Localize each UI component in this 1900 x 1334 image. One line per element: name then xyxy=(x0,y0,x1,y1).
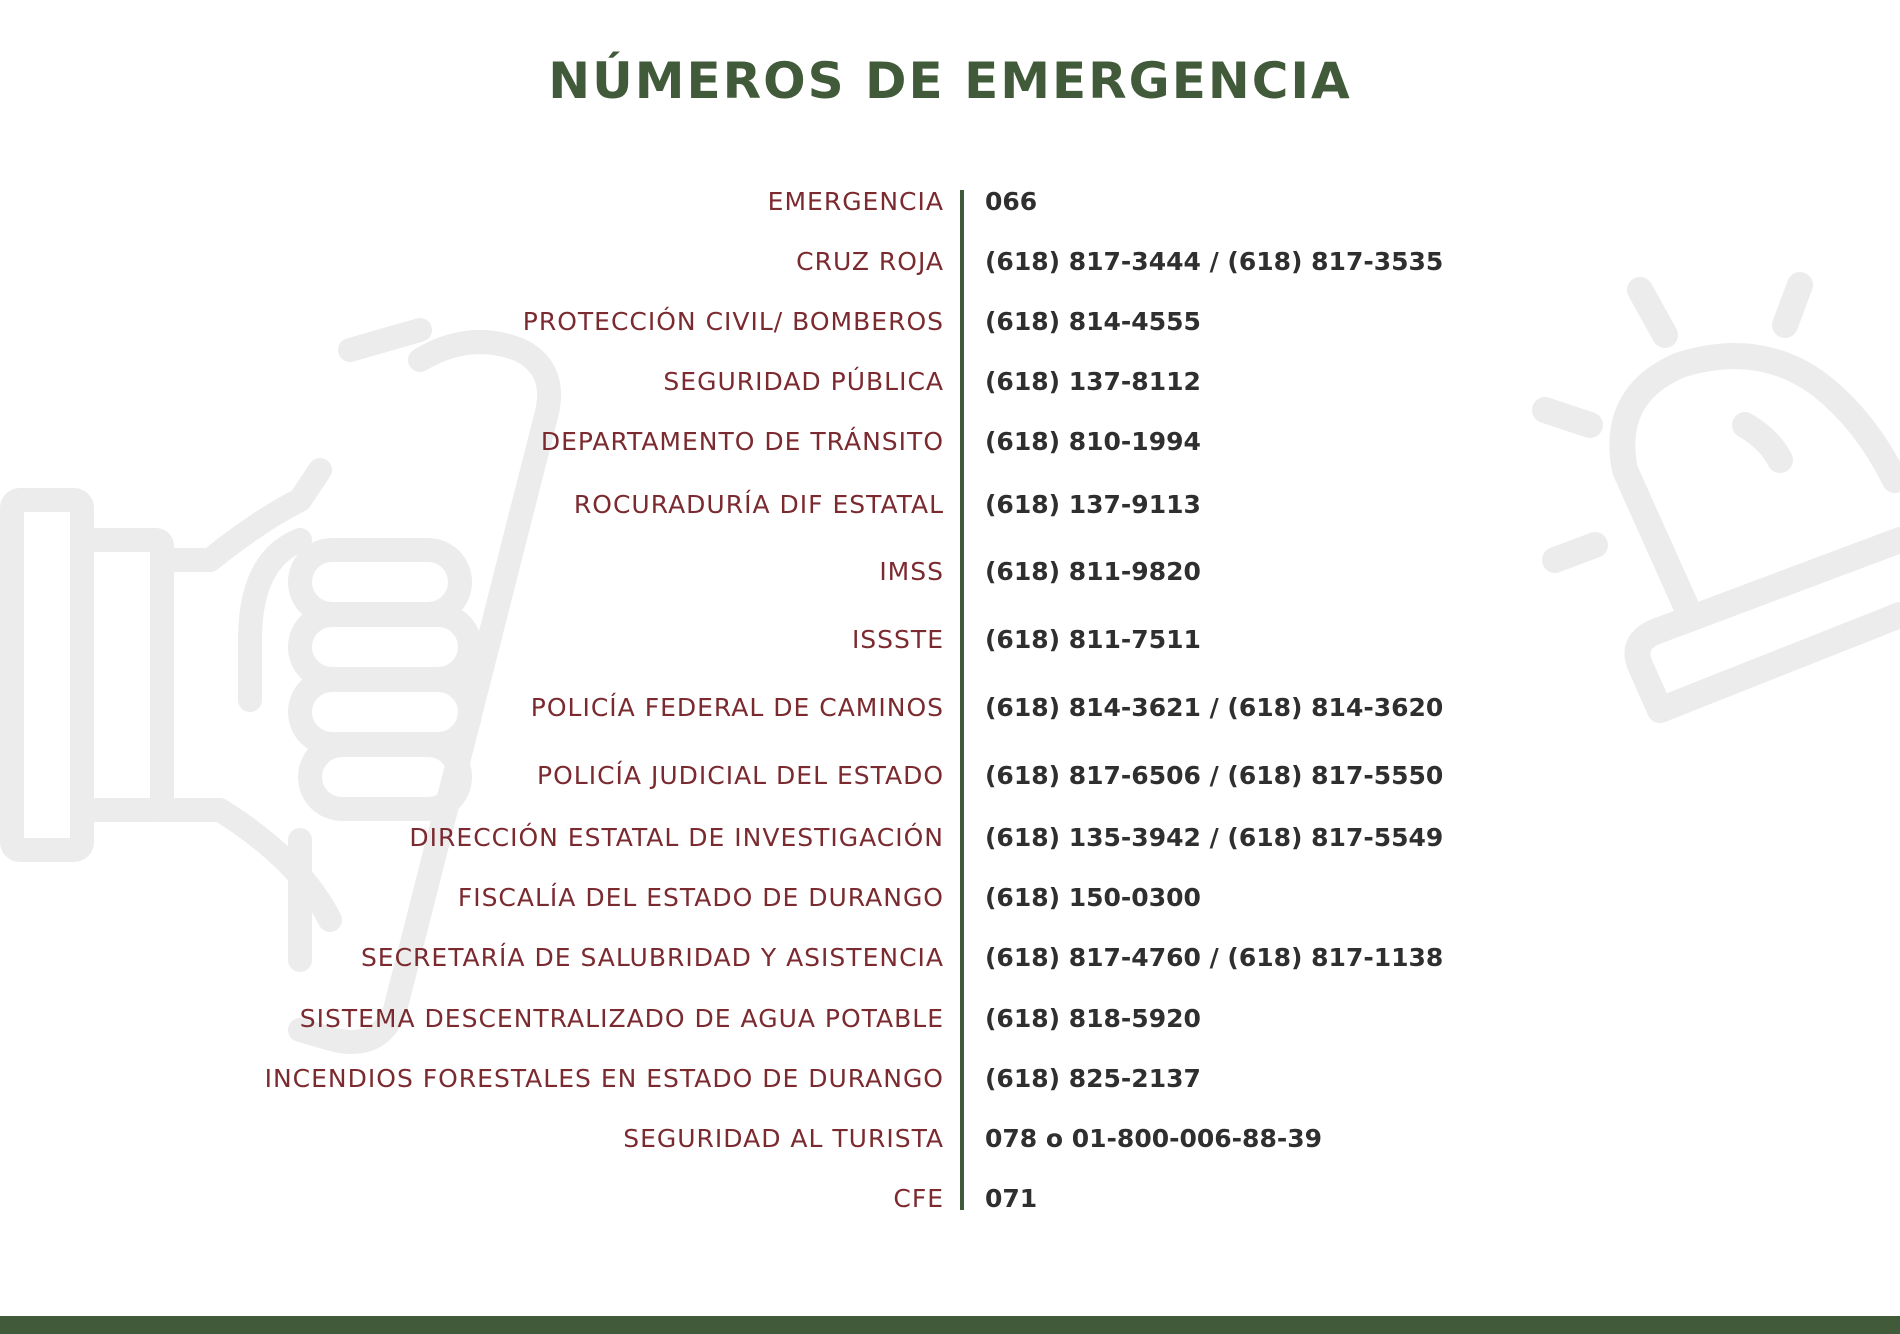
contact-row: INCENDIOS FORESTALES EN ESTADO DE DURANG… xyxy=(0,1057,1900,1101)
contact-number: (618) 814-4555 xyxy=(985,307,1201,336)
contact-name: POLICÍA FEDERAL DE CAMINOS xyxy=(530,693,944,722)
contact-name: SEGURIDAD PÚBLICA xyxy=(663,367,944,396)
contact-number: (618) 137-8112 xyxy=(985,367,1201,396)
contact-number: (618) 817-6506 / (618) 817-5550 xyxy=(985,761,1444,790)
contact-name: DIRECCIÓN ESTATAL DE INVESTIGACIÓN xyxy=(409,823,944,852)
contact-number: (618) 825-2137 xyxy=(985,1064,1201,1093)
contact-row: SEGURIDAD PÚBLICA (618) 137-8112 xyxy=(0,360,1900,404)
contact-row: ISSSTE (618) 811-7511 xyxy=(0,618,1900,662)
contact-row: DIRECCIÓN ESTATAL DE INVESTIGACIÓN (618)… xyxy=(0,816,1900,860)
contact-number: (618) 135-3942 / (618) 817-5549 xyxy=(985,823,1444,852)
contact-name: EMERGENCIA xyxy=(767,187,944,216)
contact-name: PROTECCIÓN CIVIL/ BOMBEROS xyxy=(522,307,944,336)
contact-name: ROCURADURÍA DIF ESTATAL xyxy=(573,490,944,519)
contact-name: ISSSTE xyxy=(851,625,944,654)
contact-name: DEPARTAMENTO DE TRÁNSITO xyxy=(540,427,944,456)
contact-number: (618) 817-4760 / (618) 817-1138 xyxy=(985,943,1444,972)
contact-row: SECRETARÍA DE SALUBRIDAD Y ASISTENCIA (6… xyxy=(0,936,1900,980)
contact-number: 071 xyxy=(985,1184,1038,1213)
contact-name: POLICÍA JUDICIAL DEL ESTADO xyxy=(537,761,944,790)
contact-number: 078 o 01-800-006-88-39 xyxy=(985,1124,1323,1153)
contact-name: SECRETARÍA DE SALUBRIDAD Y ASISTENCIA xyxy=(360,943,944,972)
contact-name: CRUZ ROJA xyxy=(796,247,944,276)
contact-name: CFE xyxy=(893,1184,944,1213)
contact-row: POLICÍA JUDICIAL DEL ESTADO (618) 817-65… xyxy=(0,754,1900,798)
contact-row: PROTECCIÓN CIVIL/ BOMBEROS (618) 814-455… xyxy=(0,300,1900,344)
contact-name: IMSS xyxy=(879,557,944,586)
contact-row: CFE 071 xyxy=(0,1177,1900,1221)
contact-name: INCENDIOS FORESTALES EN ESTADO DE DURANG… xyxy=(264,1064,944,1093)
contact-row: ROCURADURÍA DIF ESTATAL (618) 137-9113 xyxy=(0,483,1900,527)
contact-row: EMERGENCIA 066 xyxy=(0,180,1900,224)
contact-number: (618) 814-3621 / (618) 814-3620 xyxy=(985,693,1444,722)
contact-number: (618) 811-7511 xyxy=(985,625,1201,654)
contact-row: IMSS (618) 811-9820 xyxy=(0,550,1900,594)
contact-number: (618) 817-3444 / (618) 817-3535 xyxy=(985,247,1444,276)
contact-row: DEPARTAMENTO DE TRÁNSITO (618) 810-1994 xyxy=(0,420,1900,464)
page-title: NÚMEROS DE EMERGENCIA xyxy=(548,52,1352,110)
contact-row: POLICÍA FEDERAL DE CAMINOS (618) 814-362… xyxy=(0,686,1900,730)
contact-number: (618) 150-0300 xyxy=(985,883,1201,912)
contact-number: (618) 818-5920 xyxy=(985,1004,1201,1033)
contact-number: 066 xyxy=(985,187,1038,216)
contact-number: (618) 810-1994 xyxy=(985,427,1201,456)
contact-name: SEGURIDAD AL TURISTA xyxy=(623,1124,944,1153)
contact-number: (618) 137-9113 xyxy=(985,490,1201,519)
contact-row: SISTEMA DESCENTRALIZADO DE AGUA POTABLE … xyxy=(0,997,1900,1041)
contact-row: SEGURIDAD AL TURISTA 078 o 01-800-006-88… xyxy=(0,1117,1900,1161)
contact-row: CRUZ ROJA (618) 817-3444 / (618) 817-353… xyxy=(0,240,1900,284)
contact-name: FISCALÍA DEL ESTADO DE DURANGO xyxy=(457,883,944,912)
footer-bar xyxy=(0,1316,1900,1334)
contact-name: SISTEMA DESCENTRALIZADO DE AGUA POTABLE xyxy=(299,1004,944,1033)
contact-row: FISCALÍA DEL ESTADO DE DURANGO (618) 150… xyxy=(0,876,1900,920)
contact-number: (618) 811-9820 xyxy=(985,557,1201,586)
